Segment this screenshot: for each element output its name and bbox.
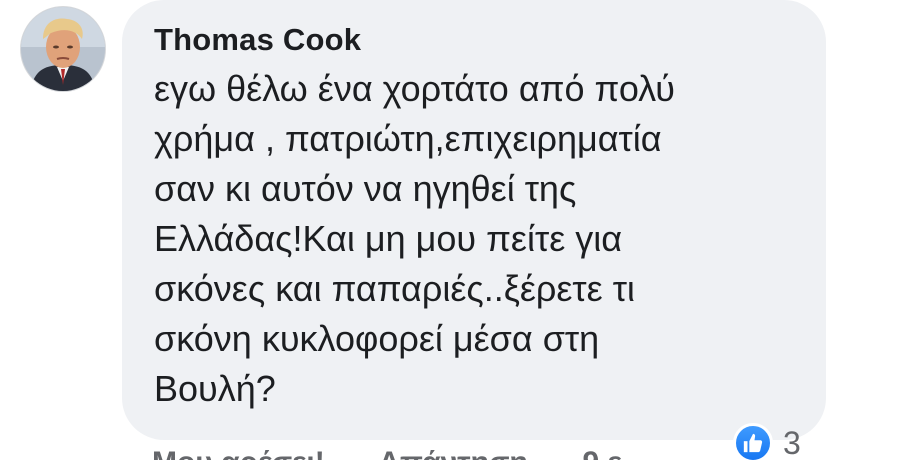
- like-link[interactable]: Μου αρέσει!: [152, 446, 325, 460]
- comment-bubble: Thomas Cook εγω θέλω ένα χορτάτο από πολ…: [122, 0, 826, 440]
- like-icon: [733, 423, 773, 460]
- comment-text-line: Βουλή?: [154, 368, 276, 409]
- comment: Thomas Cook εγω θέλω ένα χορτάτο από πολ…: [0, 0, 900, 460]
- comment-text-line: χρήμα , πατριώτη,επιχειρηματία: [154, 118, 662, 159]
- comment-text-line: σαν κι αυτόν να ηγηθεί της: [154, 168, 577, 209]
- comment-text-line: εγω θέλω ένα χορτάτο από πολύ: [154, 68, 675, 109]
- comment-text: εγω θέλω ένα χορτάτο από πολύ χρήμα , πα…: [154, 64, 796, 414]
- comment-author[interactable]: Thomas Cook: [154, 20, 796, 60]
- reaction-count: 3: [783, 424, 801, 460]
- separator: ·: [550, 446, 560, 460]
- reply-link[interactable]: Απάντηση: [378, 446, 528, 460]
- separator: ·: [347, 446, 357, 460]
- thumbs-up-icon: [743, 433, 763, 453]
- comment-text-line: σκόνη κυκλοφορεί μέσα στη: [154, 318, 600, 359]
- comment-actions: Μου αρέσει! · Απάντηση · 9 ε: [152, 446, 636, 460]
- comment-time[interactable]: 9 ε: [583, 446, 622, 460]
- comment-text-line: σκόνες και παπαριές..ξέρετε τι: [154, 268, 635, 309]
- avatar[interactable]: [20, 6, 106, 92]
- comment-text-line: Ελλάδας!Και μη μου πείτε για: [154, 218, 623, 259]
- reaction-summary[interactable]: 3: [733, 420, 833, 460]
- avatar-image: [21, 7, 105, 91]
